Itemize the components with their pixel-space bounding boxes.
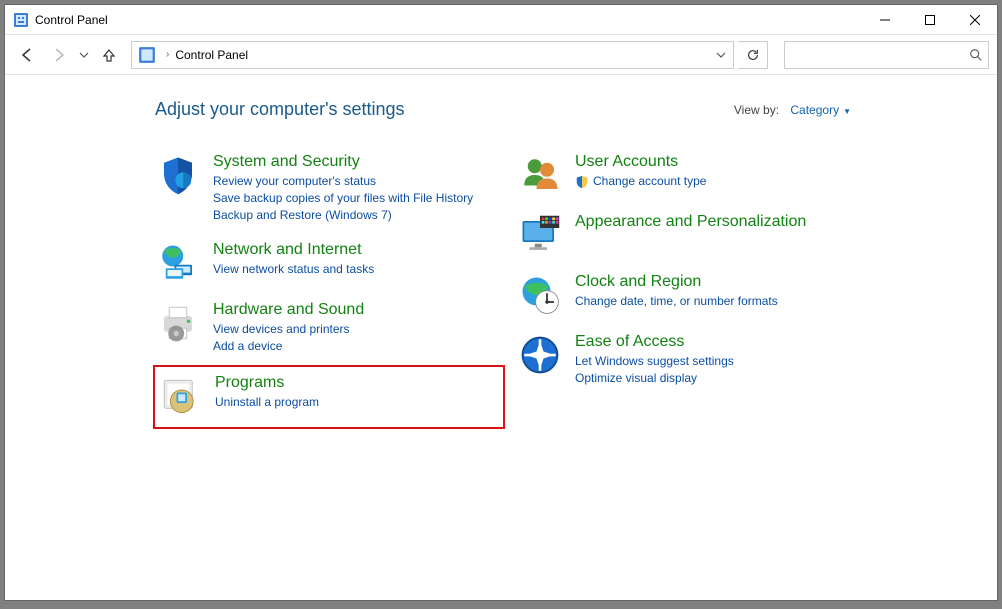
category-hardware: Hardware and Sound View devices and prin…: [153, 294, 505, 363]
category-title[interactable]: Network and Internet: [213, 240, 374, 260]
category-link[interactable]: Backup and Restore (Windows 7): [213, 207, 473, 224]
nav-toolbar: › Control Panel: [5, 35, 997, 75]
view-by-label: View by:: [734, 103, 779, 117]
view-by-value: Category: [790, 103, 839, 117]
category-title[interactable]: Ease of Access: [575, 332, 734, 352]
category-title[interactable]: User Accounts: [575, 152, 706, 172]
column-right: User Accounts Change account type: [515, 146, 867, 431]
category-title[interactable]: Clock and Region: [575, 272, 778, 292]
page-heading: Adjust your computer's settings: [155, 99, 405, 120]
monitor-appearance-icon[interactable]: [519, 214, 561, 256]
up-button[interactable]: [95, 41, 123, 69]
globe-network-icon[interactable]: [157, 242, 199, 284]
user-accounts-icon[interactable]: [519, 154, 561, 196]
breadcrumb-item[interactable]: Control Panel: [173, 48, 250, 62]
chevron-down-icon: ▼: [843, 107, 851, 116]
refresh-button[interactable]: [738, 41, 768, 69]
view-by-dropdown[interactable]: Category ▼: [790, 103, 851, 117]
content-header: Adjust your computer's settings View by:…: [41, 99, 961, 120]
programs-icon[interactable]: [159, 375, 201, 417]
address-bar[interactable]: › Control Panel: [131, 41, 734, 69]
category-link[interactable]: Change date, time, or number formats: [575, 293, 778, 310]
address-history-dropdown[interactable]: [709, 42, 733, 68]
category-link[interactable]: Add a device: [213, 338, 364, 355]
category-network: Network and Internet View network status…: [153, 234, 505, 292]
window-title: Control Panel: [35, 13, 108, 27]
maximize-button[interactable]: [907, 5, 952, 34]
category-clock-region: Clock and Region Change date, time, or n…: [515, 266, 867, 324]
category-system-security: System and Security Review your computer…: [153, 146, 505, 232]
category-link[interactable]: Optimize visual display: [575, 370, 734, 387]
category-link[interactable]: View devices and printers: [213, 321, 364, 338]
recent-locations-dropdown[interactable]: [77, 41, 91, 69]
uac-shield-icon: [575, 175, 589, 189]
category-link[interactable]: Change account type: [575, 173, 706, 190]
category-link-text: Change account type: [593, 173, 706, 190]
category-link[interactable]: Review your computer's status: [213, 173, 473, 190]
category-user-accounts: User Accounts Change account type: [515, 146, 867, 204]
search-icon[interactable]: [964, 48, 988, 62]
control-panel-breadcrumb-icon: [138, 46, 156, 64]
category-appearance: Appearance and Personalization: [515, 206, 867, 264]
category-link[interactable]: Save backup copies of your files with Fi…: [213, 190, 473, 207]
content-area: Adjust your computer's settings View by:…: [5, 75, 997, 600]
category-title[interactable]: Appearance and Personalization: [575, 212, 806, 232]
category-columns: System and Security Review your computer…: [41, 146, 961, 431]
close-button[interactable]: [952, 5, 997, 34]
shield-icon[interactable]: [157, 154, 199, 196]
search-box[interactable]: [784, 41, 989, 69]
minimize-button[interactable]: [862, 5, 907, 34]
clock-globe-icon[interactable]: [519, 274, 561, 316]
category-title[interactable]: Programs: [215, 373, 319, 393]
control-panel-icon: [13, 12, 29, 28]
ease-of-access-icon[interactable]: [519, 334, 561, 376]
category-link[interactable]: View network status and tasks: [213, 261, 374, 278]
category-title[interactable]: System and Security: [213, 152, 473, 172]
category-programs: Programs Uninstall a program: [153, 365, 505, 429]
view-by: View by: Category ▼: [734, 103, 851, 117]
titlebar: Control Panel: [5, 5, 997, 35]
printer-icon[interactable]: [157, 302, 199, 344]
back-button[interactable]: [13, 41, 41, 69]
forward-button[interactable]: [45, 41, 73, 69]
search-input[interactable]: [785, 43, 964, 67]
category-ease-of-access: Ease of Access Let Windows suggest setti…: [515, 326, 867, 395]
category-title[interactable]: Hardware and Sound: [213, 300, 364, 320]
category-link[interactable]: Uninstall a program: [215, 394, 319, 411]
window: Control Panel › Control Panel: [4, 4, 998, 601]
column-left: System and Security Review your computer…: [153, 146, 505, 431]
category-link[interactable]: Let Windows suggest settings: [575, 353, 734, 370]
breadcrumb-separator-icon: ›: [166, 49, 169, 60]
